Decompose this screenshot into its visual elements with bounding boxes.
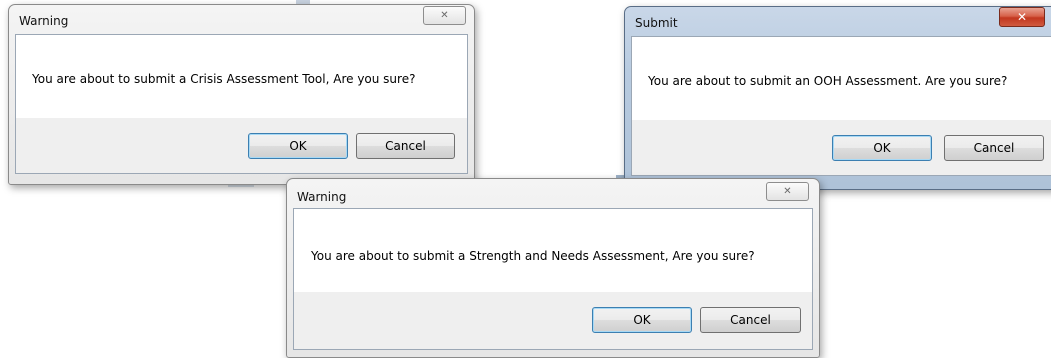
warning-dialog-crisis: Warning ✕ You are about to submit a Cris… bbox=[8, 4, 475, 185]
dialog-message: You are about to submit a Crisis Assessm… bbox=[32, 72, 416, 86]
button-area: OK Cancel bbox=[16, 118, 467, 173]
ok-button[interactable]: OK bbox=[248, 133, 348, 159]
ok-button[interactable]: OK bbox=[832, 135, 932, 161]
cancel-button[interactable]: Cancel bbox=[944, 135, 1044, 161]
message-area: You are about to submit an OOH Assessmen… bbox=[632, 37, 1051, 120]
ok-button[interactable]: OK bbox=[592, 307, 692, 333]
message-area: You are about to submit a Crisis Assessm… bbox=[16, 35, 467, 118]
dialog-client: You are about to submit a Crisis Assessm… bbox=[15, 34, 468, 174]
dialog-message: You are about to submit a Strength and N… bbox=[311, 249, 755, 263]
cancel-button[interactable]: Cancel bbox=[356, 133, 455, 159]
dialog-client: You are about to submit an OOH Assessmen… bbox=[631, 36, 1051, 176]
dialog-message: You are about to submit an OOH Assessmen… bbox=[648, 74, 1008, 88]
dialog-titlebar[interactable]: Warning ✕ bbox=[15, 5, 468, 34]
dialog-title: Warning bbox=[297, 190, 347, 204]
dialog-titlebar[interactable]: Warning ✕ bbox=[293, 179, 813, 208]
close-icon: ✕ bbox=[1016, 10, 1028, 24]
close-icon: ✕ bbox=[440, 10, 449, 21]
dialog-client: You are about to submit a Strength and N… bbox=[293, 208, 813, 350]
dialog-title: Submit bbox=[635, 16, 678, 30]
cancel-button[interactable]: Cancel bbox=[700, 307, 801, 333]
warning-dialog-strength: Warning ✕ You are about to submit a Stre… bbox=[286, 178, 820, 358]
button-area: OK Cancel bbox=[632, 120, 1051, 175]
button-area: OK Cancel bbox=[294, 292, 812, 349]
dialog-titlebar[interactable]: Submit ✕ bbox=[631, 7, 1051, 36]
close-icon: ✕ bbox=[783, 186, 792, 197]
close-button[interactable]: ✕ bbox=[766, 182, 809, 201]
close-button[interactable]: ✕ bbox=[423, 6, 466, 25]
close-button[interactable]: ✕ bbox=[999, 7, 1045, 27]
submit-dialog-ooh: Submit ✕ You are about to submit an OOH … bbox=[624, 6, 1051, 190]
message-area: You are about to submit a Strength and N… bbox=[294, 209, 812, 292]
dialog-title: Warning bbox=[19, 14, 69, 28]
